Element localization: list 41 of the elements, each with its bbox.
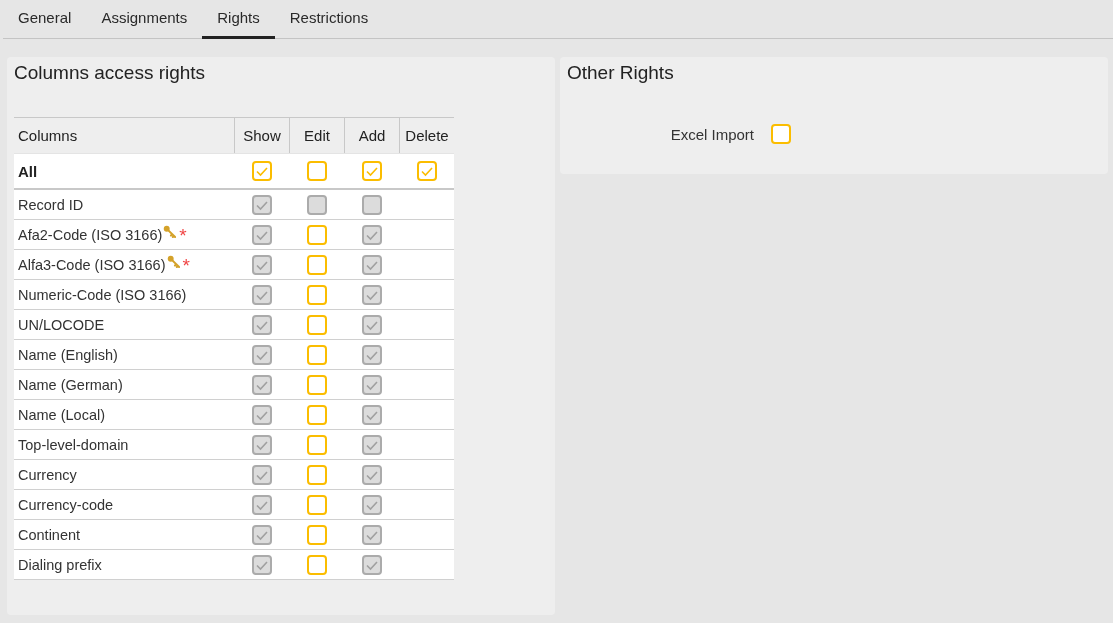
- row-label: Afa2-Code (ISO 3166): [18, 226, 163, 243]
- row-label: Continent: [18, 526, 81, 543]
- checkbox[interactable]: [306, 344, 327, 365]
- row-label: Record ID: [18, 196, 84, 213]
- checkbox[interactable]: [306, 284, 327, 305]
- checkbox[interactable]: [306, 464, 327, 485]
- row-label: UN/LOCODE: [18, 316, 105, 333]
- row-label: Name (Local): [18, 406, 106, 423]
- checkbox[interactable]: [251, 161, 272, 181]
- tab[interactable]: Rights: [202, 0, 275, 39]
- row-label: Name (English): [18, 346, 118, 363]
- tab[interactable]: Assignments: [86, 0, 203, 39]
- row-label: All: [18, 162, 38, 180]
- column-header: Columns: [17, 126, 79, 146]
- row-label: Name (German): [18, 376, 123, 393]
- checkbox[interactable]: [306, 161, 327, 181]
- row-label: Dialing prefix: [18, 556, 102, 573]
- checkbox[interactable]: [306, 434, 327, 455]
- required-mark: *: [182, 256, 190, 275]
- row-label: Alfa3-Code (ISO 3166): [18, 256, 166, 273]
- checkbox[interactable]: [306, 404, 327, 425]
- required-mark: *: [179, 226, 187, 245]
- row-label: Currency: [18, 466, 77, 483]
- checkbox[interactable]: [306, 554, 327, 575]
- tab[interactable]: General: [3, 0, 87, 39]
- checkbox[interactable]: [771, 124, 791, 144]
- checkbox[interactable]: [306, 254, 327, 275]
- checkbox[interactable]: [416, 161, 437, 181]
- row-label: Top-level-domain: [18, 436, 129, 453]
- checkbox[interactable]: [306, 374, 327, 395]
- row-label: Currency-code: [18, 496, 114, 513]
- checkbox[interactable]: [306, 314, 327, 335]
- checkbox[interactable]: [306, 224, 327, 245]
- panel-title: Columns access rights: [14, 61, 207, 85]
- panel-title: Other Rights: [567, 61, 675, 85]
- checkbox[interactable]: [361, 161, 382, 181]
- checkbox[interactable]: [306, 524, 327, 545]
- row-label: Numeric-Code (ISO 3166): [18, 286, 187, 303]
- checkbox[interactable]: [306, 494, 327, 515]
- option-label: Excel Import: [669, 125, 754, 143]
- tab[interactable]: Restrictions: [274, 0, 384, 39]
